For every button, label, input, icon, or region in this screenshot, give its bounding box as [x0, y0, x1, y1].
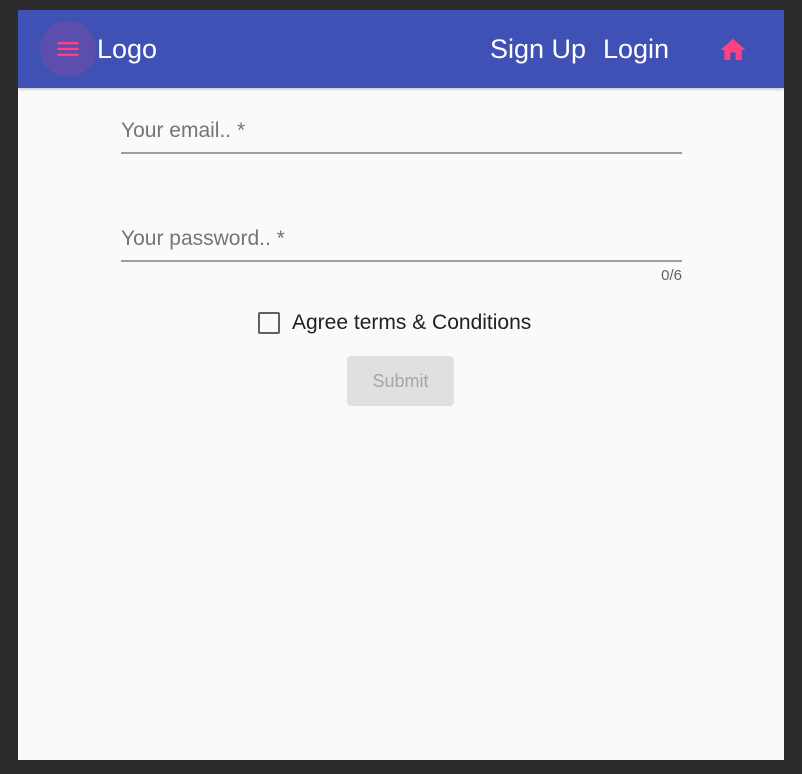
- terms-row: Agree terms & Conditions: [258, 308, 531, 338]
- password-input[interactable]: [121, 220, 682, 258]
- email-input[interactable]: [121, 112, 682, 150]
- password-char-counter: 0/6: [661, 267, 682, 284]
- home-button[interactable]: [715, 32, 751, 68]
- app-window: Logo Sign Up Login 0/6 Agree terms & Con…: [18, 10, 784, 760]
- logo-text[interactable]: Logo: [97, 30, 157, 68]
- email-field: [121, 112, 682, 154]
- submit-button[interactable]: Submit: [347, 356, 454, 406]
- menu-button[interactable]: [40, 21, 96, 77]
- login-link[interactable]: Login: [603, 30, 669, 68]
- terms-checkbox[interactable]: [258, 312, 280, 334]
- terms-label[interactable]: Agree terms & Conditions: [292, 311, 531, 335]
- home-icon: [720, 38, 746, 60]
- password-field: [121, 220, 682, 262]
- menu-icon: [57, 42, 79, 56]
- sign-up-link[interactable]: Sign Up: [490, 30, 586, 68]
- top-app-bar: Logo Sign Up Login: [18, 10, 784, 88]
